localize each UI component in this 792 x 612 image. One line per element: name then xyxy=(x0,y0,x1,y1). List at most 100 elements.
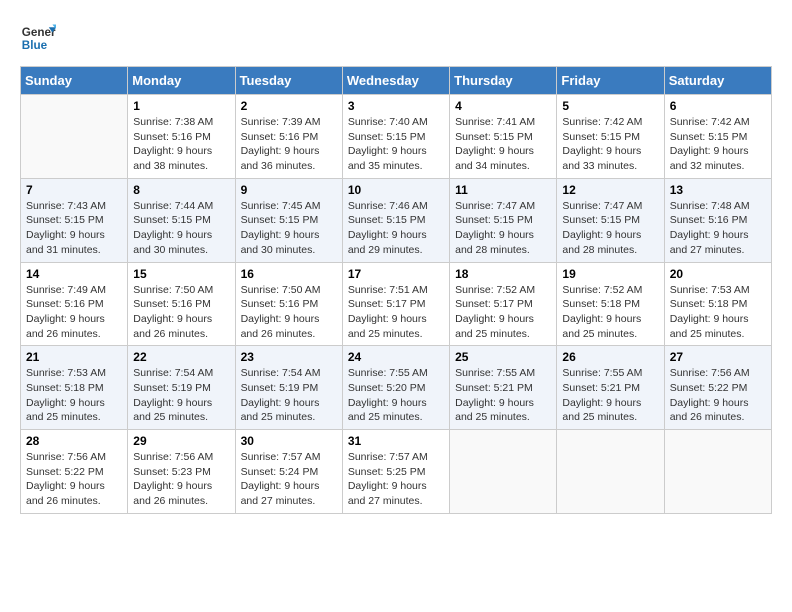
day-number: 14 xyxy=(26,267,122,281)
calendar-cell xyxy=(21,95,128,179)
day-info: Sunrise: 7:47 AM Sunset: 5:15 PM Dayligh… xyxy=(455,199,551,258)
calendar-cell: 13 Sunrise: 7:48 AM Sunset: 5:16 PM Dayli… xyxy=(664,178,771,262)
week-row-4: 21Sunrise: 7:53 AM Sunset: 5:18 PM Dayli… xyxy=(21,346,772,430)
day-number: 21 xyxy=(26,350,122,364)
day-number: 16 xyxy=(241,267,337,281)
calendar-cell: 16Sunrise: 7:50 AM Sunset: 5:16 PM Dayli… xyxy=(235,262,342,346)
calendar-body: 1 Sunrise: 7:38 AM Sunset: 5:16 PM Daylig… xyxy=(21,95,772,514)
calendar-cell: 20Sunrise: 7:53 AM Sunset: 5:18 PM Dayli… xyxy=(664,262,771,346)
day-info: Sunrise: 7:55 AM Sunset: 5:20 PM Dayligh… xyxy=(348,366,444,425)
day-number: 22 xyxy=(133,350,229,364)
day-info: Sunrise: 7:45 AM Sunset: 5:15 PM Dayligh… xyxy=(241,199,337,258)
calendar-cell: 22Sunrise: 7:54 AM Sunset: 5:19 PM Dayli… xyxy=(128,346,235,430)
day-info: Sunrise: 7:44 AM Sunset: 5:15 PM Dayligh… xyxy=(133,199,229,258)
day-info: Sunrise: 7:57 AM Sunset: 5:25 PM Dayligh… xyxy=(348,450,444,509)
calendar-cell: 1 Sunrise: 7:38 AM Sunset: 5:16 PM Daylig… xyxy=(128,95,235,179)
calendar-cell: 14Sunrise: 7:49 AM Sunset: 5:16 PM Dayli… xyxy=(21,262,128,346)
day-number: 23 xyxy=(241,350,337,364)
calendar-cell: 30 Sunrise: 7:57 AM Sunset: 5:24 PM Dayli… xyxy=(235,430,342,514)
calendar-cell: 6 Sunrise: 7:42 AM Sunset: 5:15 PM Daylig… xyxy=(664,95,771,179)
calendar-cell: 23Sunrise: 7:54 AM Sunset: 5:19 PM Dayli… xyxy=(235,346,342,430)
calendar-cell: 7 Sunrise: 7:43 AM Sunset: 5:15 PM Daylig… xyxy=(21,178,128,262)
day-info: Sunrise: 7:48 AM Sunset: 5:16 PM Dayligh… xyxy=(670,199,766,258)
day-number: 26 xyxy=(562,350,658,364)
calendar-cell xyxy=(450,430,557,514)
calendar-cell: 2 Sunrise: 7:39 AM Sunset: 5:16 PM Daylig… xyxy=(235,95,342,179)
day-header-friday: Friday xyxy=(557,67,664,95)
day-number: 6 xyxy=(670,99,766,113)
calendar-cell: 21Sunrise: 7:53 AM Sunset: 5:18 PM Dayli… xyxy=(21,346,128,430)
calendar-cell: 17 Sunrise: 7:51 AM Sunset: 5:17 PM Dayli… xyxy=(342,262,449,346)
day-number: 12 xyxy=(562,183,658,197)
day-info: Sunrise: 7:56 AM Sunset: 5:22 PM Dayligh… xyxy=(670,366,766,425)
day-info: Sunrise: 7:55 AM Sunset: 5:21 PM Dayligh… xyxy=(455,366,551,425)
calendar-cell: 31 Sunrise: 7:57 AM Sunset: 5:25 PM Dayli… xyxy=(342,430,449,514)
day-number: 24 xyxy=(348,350,444,364)
day-number: 1 xyxy=(133,99,229,113)
day-number: 11 xyxy=(455,183,551,197)
day-info: Sunrise: 7:46 AM Sunset: 5:15 PM Dayligh… xyxy=(348,199,444,258)
day-info: Sunrise: 7:41 AM Sunset: 5:15 PM Dayligh… xyxy=(455,115,551,174)
day-info: Sunrise: 7:50 AM Sunset: 5:16 PM Dayligh… xyxy=(133,283,229,342)
calendar-cell: 24 Sunrise: 7:55 AM Sunset: 5:20 PM Dayli… xyxy=(342,346,449,430)
day-number: 28 xyxy=(26,434,122,448)
day-number: 19 xyxy=(562,267,658,281)
svg-text:Blue: Blue xyxy=(22,39,48,52)
day-info: Sunrise: 7:51 AM Sunset: 5:17 PM Dayligh… xyxy=(348,283,444,342)
day-header-monday: Monday xyxy=(128,67,235,95)
day-info: Sunrise: 7:43 AM Sunset: 5:15 PM Dayligh… xyxy=(26,199,122,258)
logo-icon: General Blue xyxy=(20,20,56,56)
calendar-cell: 28Sunrise: 7:56 AM Sunset: 5:22 PM Dayli… xyxy=(21,430,128,514)
calendar-cell: 25 Sunrise: 7:55 AM Sunset: 5:21 PM Dayli… xyxy=(450,346,557,430)
day-number: 15 xyxy=(133,267,229,281)
calendar-cell: 12 Sunrise: 7:47 AM Sunset: 5:15 PM Dayli… xyxy=(557,178,664,262)
day-number: 13 xyxy=(670,183,766,197)
day-info: Sunrise: 7:55 AM Sunset: 5:21 PM Dayligh… xyxy=(562,366,658,425)
logo: General Blue xyxy=(20,20,56,56)
day-info: Sunrise: 7:40 AM Sunset: 5:15 PM Dayligh… xyxy=(348,115,444,174)
day-number: 4 xyxy=(455,99,551,113)
day-info: Sunrise: 7:42 AM Sunset: 5:15 PM Dayligh… xyxy=(670,115,766,174)
calendar-cell: 26 Sunrise: 7:55 AM Sunset: 5:21 PM Dayli… xyxy=(557,346,664,430)
day-header-saturday: Saturday xyxy=(664,67,771,95)
calendar-cell: 8 Sunrise: 7:44 AM Sunset: 5:15 PM Daylig… xyxy=(128,178,235,262)
calendar-cell: 9 Sunrise: 7:45 AM Sunset: 5:15 PM Daylig… xyxy=(235,178,342,262)
calendar-cell: 10 Sunrise: 7:46 AM Sunset: 5:15 PM Dayli… xyxy=(342,178,449,262)
page-header: General Blue xyxy=(20,20,772,56)
day-info: Sunrise: 7:56 AM Sunset: 5:23 PM Dayligh… xyxy=(133,450,229,509)
day-number: 8 xyxy=(133,183,229,197)
calendar-header: SundayMondayTuesdayWednesdayThursdayFrid… xyxy=(21,67,772,95)
day-info: Sunrise: 7:38 AM Sunset: 5:16 PM Dayligh… xyxy=(133,115,229,174)
day-number: 18 xyxy=(455,267,551,281)
day-number: 27 xyxy=(670,350,766,364)
day-number: 3 xyxy=(348,99,444,113)
day-info: Sunrise: 7:53 AM Sunset: 5:18 PM Dayligh… xyxy=(670,283,766,342)
calendar-cell: 3 Sunrise: 7:40 AM Sunset: 5:15 PM Daylig… xyxy=(342,95,449,179)
day-number: 25 xyxy=(455,350,551,364)
week-row-1: 1 Sunrise: 7:38 AM Sunset: 5:16 PM Daylig… xyxy=(21,95,772,179)
calendar-table: SundayMondayTuesdayWednesdayThursdayFrid… xyxy=(20,66,772,514)
day-number: 5 xyxy=(562,99,658,113)
day-info: Sunrise: 7:42 AM Sunset: 5:15 PM Dayligh… xyxy=(562,115,658,174)
day-number: 9 xyxy=(241,183,337,197)
day-info: Sunrise: 7:57 AM Sunset: 5:24 PM Dayligh… xyxy=(241,450,337,509)
day-number: 31 xyxy=(348,434,444,448)
week-row-3: 14Sunrise: 7:49 AM Sunset: 5:16 PM Dayli… xyxy=(21,262,772,346)
day-number: 30 xyxy=(241,434,337,448)
calendar-cell: 29Sunrise: 7:56 AM Sunset: 5:23 PM Dayli… xyxy=(128,430,235,514)
calendar-cell: 18 Sunrise: 7:52 AM Sunset: 5:17 PM Dayli… xyxy=(450,262,557,346)
day-info: Sunrise: 7:47 AM Sunset: 5:15 PM Dayligh… xyxy=(562,199,658,258)
day-info: Sunrise: 7:52 AM Sunset: 5:17 PM Dayligh… xyxy=(455,283,551,342)
calendar-cell: 27 Sunrise: 7:56 AM Sunset: 5:22 PM Dayli… xyxy=(664,346,771,430)
calendar-cell: 15 Sunrise: 7:50 AM Sunset: 5:16 PM Dayli… xyxy=(128,262,235,346)
day-number: 2 xyxy=(241,99,337,113)
calendar-cell xyxy=(664,430,771,514)
calendar-cell xyxy=(557,430,664,514)
day-number: 7 xyxy=(26,183,122,197)
calendar-cell: 4 Sunrise: 7:41 AM Sunset: 5:15 PM Daylig… xyxy=(450,95,557,179)
day-number: 10 xyxy=(348,183,444,197)
calendar-cell: 11 Sunrise: 7:47 AM Sunset: 5:15 PM Dayli… xyxy=(450,178,557,262)
day-header-tuesday: Tuesday xyxy=(235,67,342,95)
day-number: 17 xyxy=(348,267,444,281)
day-info: Sunrise: 7:39 AM Sunset: 5:16 PM Dayligh… xyxy=(241,115,337,174)
